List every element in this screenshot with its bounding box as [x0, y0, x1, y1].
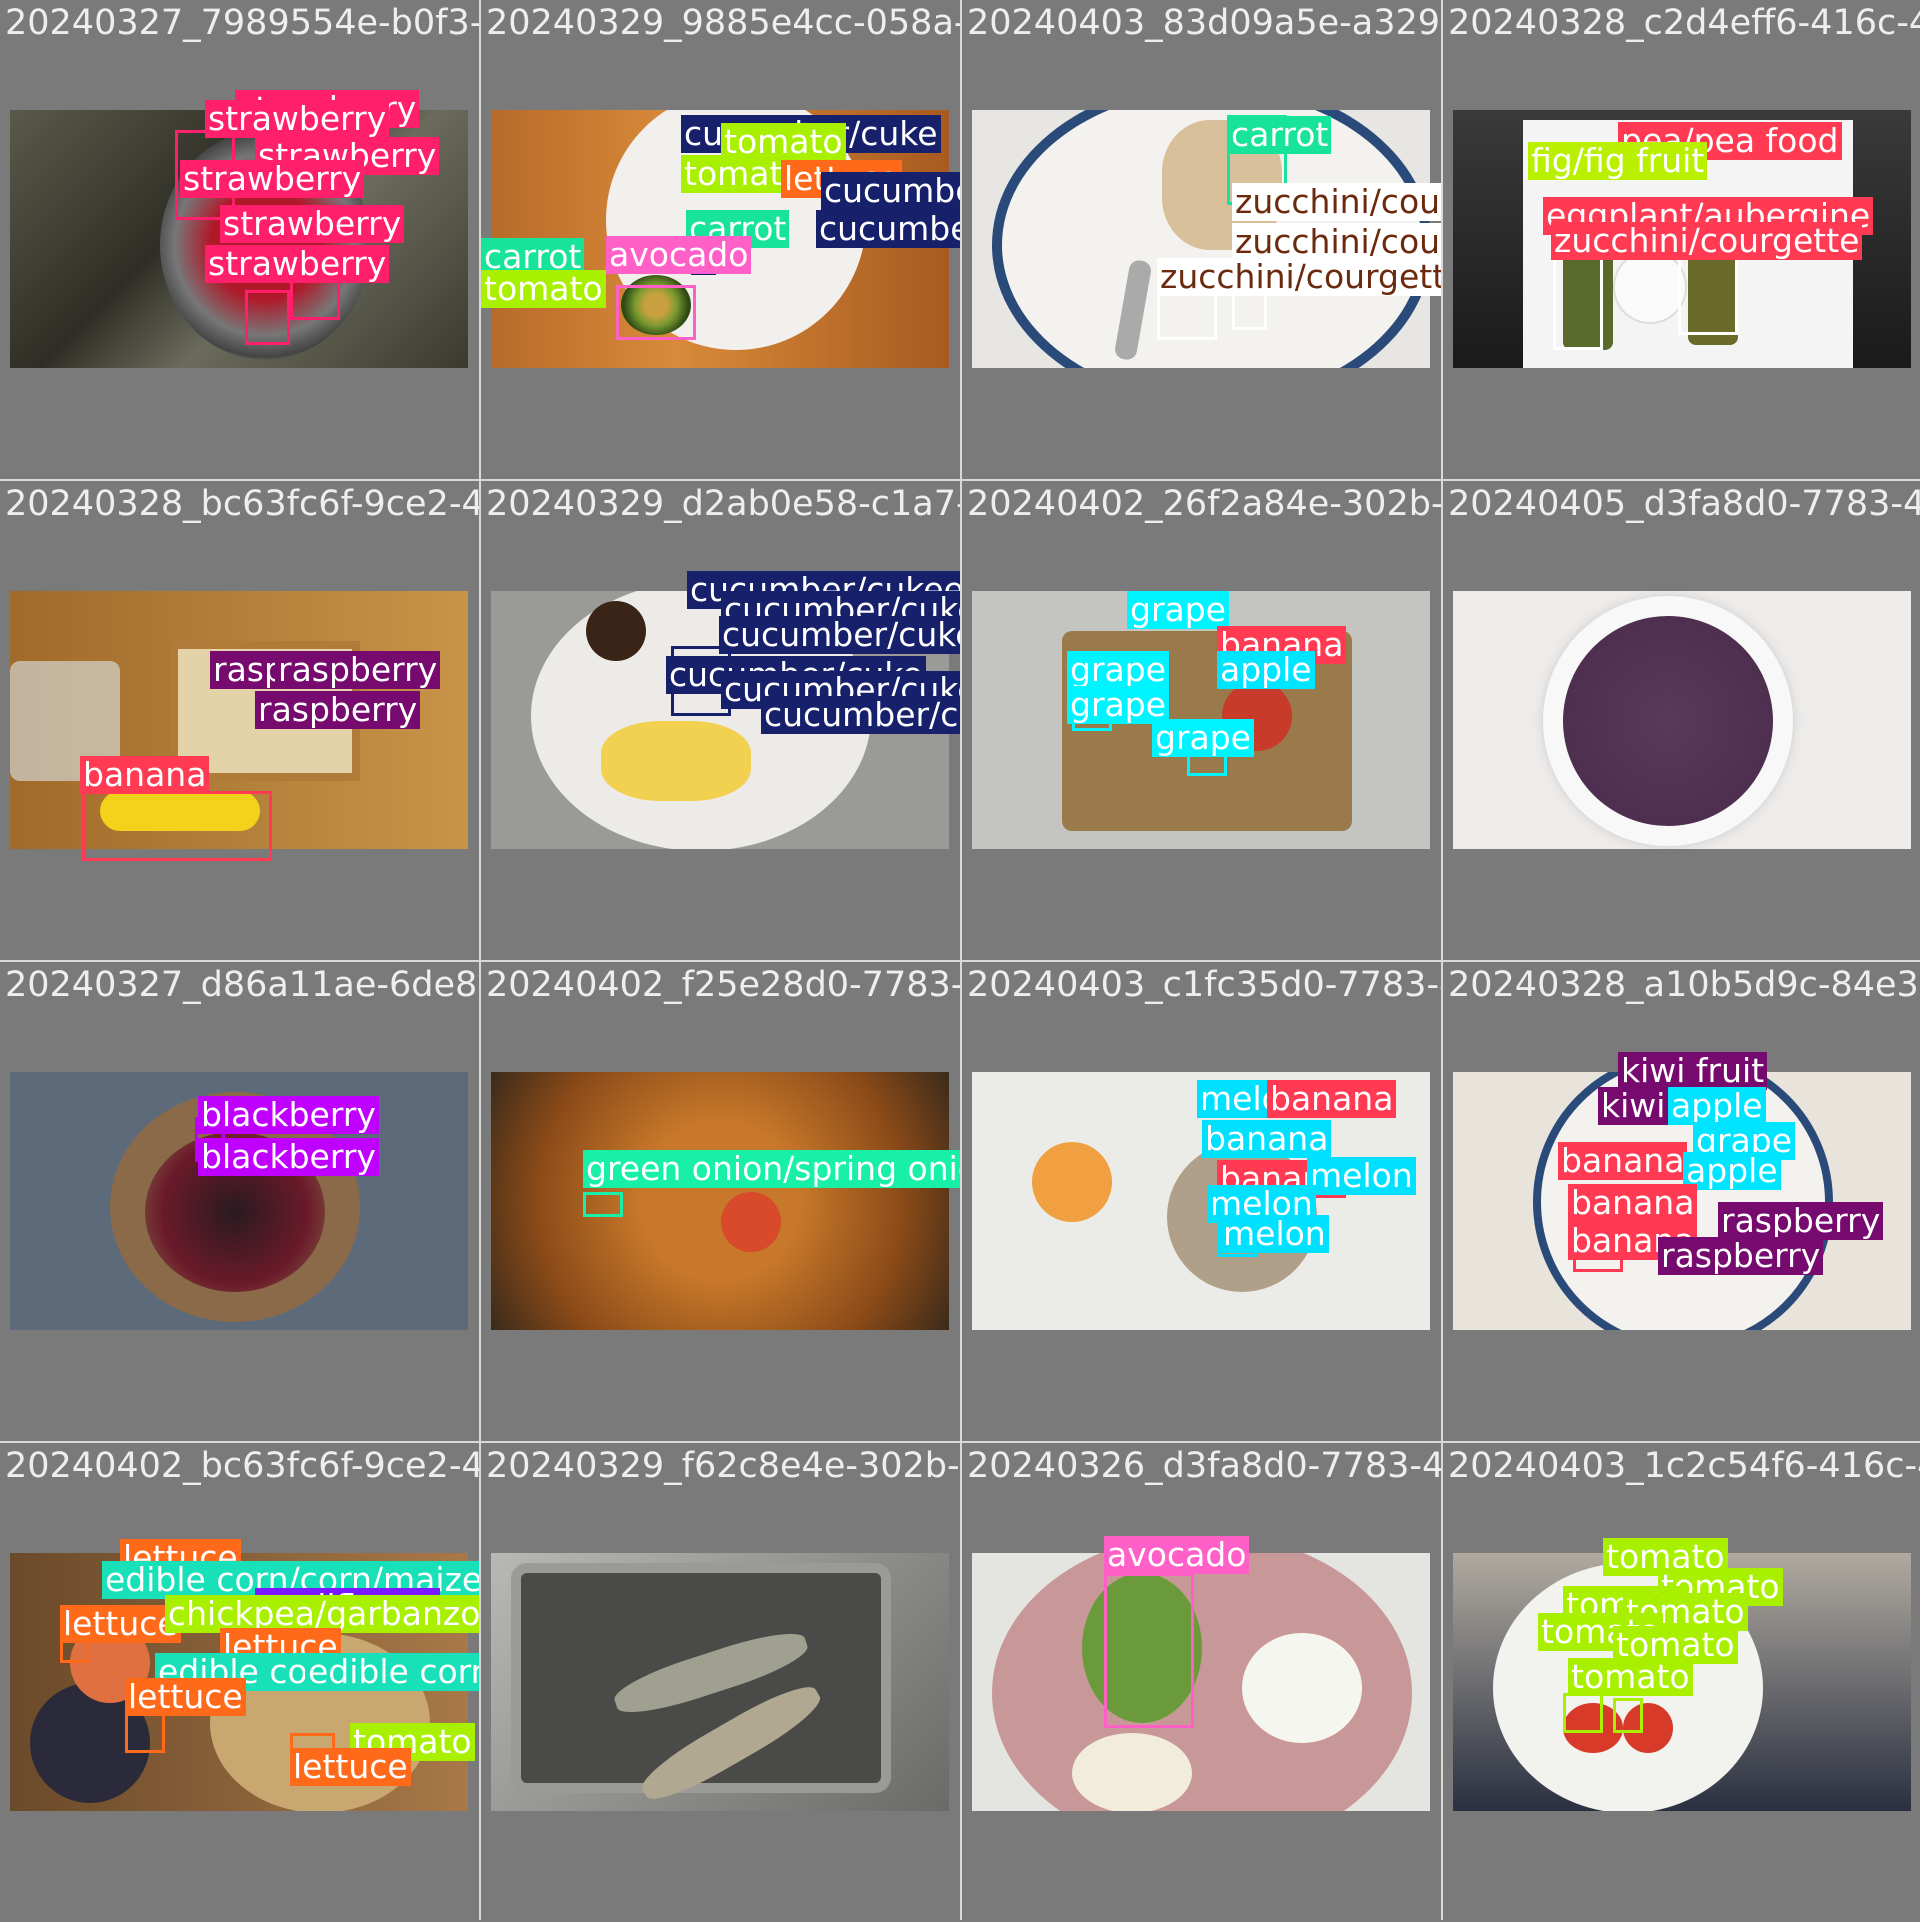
image-tile-14: 20240329_f62c8e4e-302b-4	[481, 1443, 960, 1922]
label-tag: cucumber/cuke	[816, 210, 960, 248]
tile-photo	[972, 1553, 1430, 1811]
label-tag: carrot	[1228, 116, 1332, 154]
label-tag: banana	[1568, 1184, 1698, 1222]
image-tile-11: 20240403_c1fc35d0-7783-4c melon banana b…	[962, 962, 1441, 1441]
image-tile-8: 20240405_d3fa8d0-7783-4c	[1443, 481, 1920, 960]
label-tag: apple	[1668, 1087, 1766, 1125]
bbox	[1157, 290, 1217, 340]
label-tag: green onion/spring onion/scallion	[583, 1150, 960, 1188]
bbox	[583, 1192, 623, 1217]
tile-title: 20240328_a10b5d9c-84e3-4	[1448, 965, 1920, 1005]
label-tag: kiwi	[1598, 1087, 1669, 1125]
bbox	[1563, 1693, 1603, 1733]
image-tile-3: 20240403_83d09a5e-a329-4 carrot zucchini…	[962, 0, 1441, 479]
tile-title: 20240403_c1fc35d0-7783-4c	[967, 965, 1441, 1005]
image-tile-6: 20240329_d2ab0e58-c1a7-4 cucumber/cukee …	[481, 481, 960, 960]
label-tag: raspberry	[1658, 1237, 1824, 1275]
tile-title: 20240329_d2ab0e58-c1a7-4	[486, 484, 960, 524]
image-tile-10: 20240402_f25e28d0-7783-4c green onion/sp…	[481, 962, 960, 1441]
bbox	[1553, 250, 1603, 350]
label-tag: melon	[1307, 1157, 1416, 1195]
bbox	[1613, 1698, 1643, 1733]
tile-title: 20240405_d3fa8d0-7783-4c	[1448, 484, 1920, 524]
tile-photo	[1453, 591, 1911, 849]
tile-title: 20240326_d3fa8d0-7783-4c	[967, 1446, 1441, 1486]
label-tag: blackberry	[198, 1096, 379, 1134]
bbox	[616, 285, 696, 340]
image-tile-13: 20240402_bc63fc6f-9ce2-4c lettuce edible…	[0, 1443, 479, 1922]
label-tag: kiwi fruit	[1618, 1052, 1768, 1090]
image-tile-5: 20240328_bc63fc6f-9ce2-4c raspberry rasp…	[0, 481, 479, 960]
image-tile-2: 20240329_9885e4cc-058a-4 cucumber/cuke t…	[481, 0, 960, 479]
label-tag: banana	[80, 756, 210, 794]
label-tag: strawberry	[220, 205, 405, 243]
tile-title: 20240328_bc63fc6f-9ce2-4c	[5, 484, 479, 524]
tile-title: 20240402_26f2a84e-302b-4	[967, 484, 1441, 524]
label-tag: avocado	[606, 236, 752, 274]
label-tag: lettuce	[290, 1748, 411, 1786]
label-tag: tomato	[481, 270, 606, 308]
label-tag: lettuce	[60, 1605, 181, 1643]
grid-divider	[0, 960, 1920, 962]
label-tag: edible corn/corn/maize	[305, 1653, 479, 1691]
label-tag: apple	[1217, 651, 1315, 689]
label-tag: avocado	[1104, 1536, 1250, 1574]
grid-divider	[0, 1441, 1920, 1443]
tile-title: 20240327_7989554e-b0f3-4	[5, 3, 479, 43]
tile-title: 20240329_9885e4cc-058a-4	[486, 3, 960, 43]
label-tag: melon	[1220, 1215, 1329, 1253]
tile-title: 20240403_83d09a5e-a329-4	[967, 3, 1441, 43]
tile-photo	[491, 1072, 949, 1330]
label-tag: lettuce	[125, 1678, 246, 1716]
label-tag: banana	[1267, 1080, 1397, 1118]
label-tag: banana	[1202, 1120, 1332, 1158]
label-tag: zucchini/courgette	[1232, 223, 1441, 261]
tile-title: 20240402_f25e28d0-7783-4c	[486, 965, 960, 1005]
tile-photo	[491, 1553, 949, 1811]
image-tile-15: 20240326_d3fa8d0-7783-4c avocado	[962, 1443, 1441, 1922]
image-tile-9: 20240327_d86a11ae-6de8-4 blackberry blac…	[0, 962, 479, 1441]
label-tag: grape	[1067, 651, 1169, 689]
label-tag: raspberry	[1718, 1202, 1884, 1240]
tile-title: 20240329_f62c8e4e-302b-4	[486, 1446, 960, 1486]
label-tag: raspberry	[255, 691, 421, 729]
label-tag: strawberry	[205, 100, 390, 138]
label-tag: blackberry	[198, 1138, 379, 1176]
tile-title: 20240327_d86a11ae-6de8-4	[5, 965, 479, 1005]
tile-title: 20240328_c2d4eff6-416c-4f9	[1448, 3, 1920, 43]
label-tag: cucumber/cuke	[821, 172, 960, 210]
label-tag: grape	[1152, 719, 1254, 757]
label-tag: zucchini/courgette	[1551, 222, 1863, 260]
bbox	[1678, 250, 1738, 335]
bbox	[1104, 1573, 1194, 1728]
label-tag: cucumber/cuke	[761, 696, 960, 734]
label-tag: strawberry	[205, 245, 390, 283]
label-tag: zucchini/courgette	[1157, 258, 1441, 296]
label-tag: raspberry	[275, 651, 441, 689]
image-tile-16: 20240403_1c2c54f6-416c-4f9 tomato tomato…	[1443, 1443, 1920, 1922]
image-tile-7: 20240402_26f2a84e-302b-4 grape banana ap…	[962, 481, 1441, 960]
label-tag: strawberry	[180, 160, 365, 198]
label-tag: cucumber/cuke	[719, 616, 960, 654]
bbox	[82, 791, 272, 861]
image-tile-4: 20240328_c2d4eff6-416c-4f9 pea/pea food …	[1443, 0, 1920, 479]
bbox	[245, 290, 290, 345]
tile-title: 20240402_bc63fc6f-9ce2-4c	[5, 1446, 479, 1486]
label-tag: banana	[1558, 1142, 1688, 1180]
label-tag: grape	[1127, 591, 1229, 629]
image-tile-12: 20240328_a10b5d9c-84e3-4 kiwi fruit kiwi…	[1443, 962, 1920, 1441]
tile-title: 20240403_1c2c54f6-416c-4f9	[1448, 1446, 1920, 1486]
label-tag: fig/fig fruit	[1528, 142, 1708, 180]
grid-divider	[0, 479, 1920, 481]
image-tile-1: 20240327_7989554e-b0f3-4 strawberry stra…	[0, 0, 479, 479]
label-tag: apple	[1683, 1152, 1781, 1190]
label-tag: zucchini/courgette	[1232, 183, 1441, 221]
label-tag: tomato	[1568, 1658, 1693, 1696]
